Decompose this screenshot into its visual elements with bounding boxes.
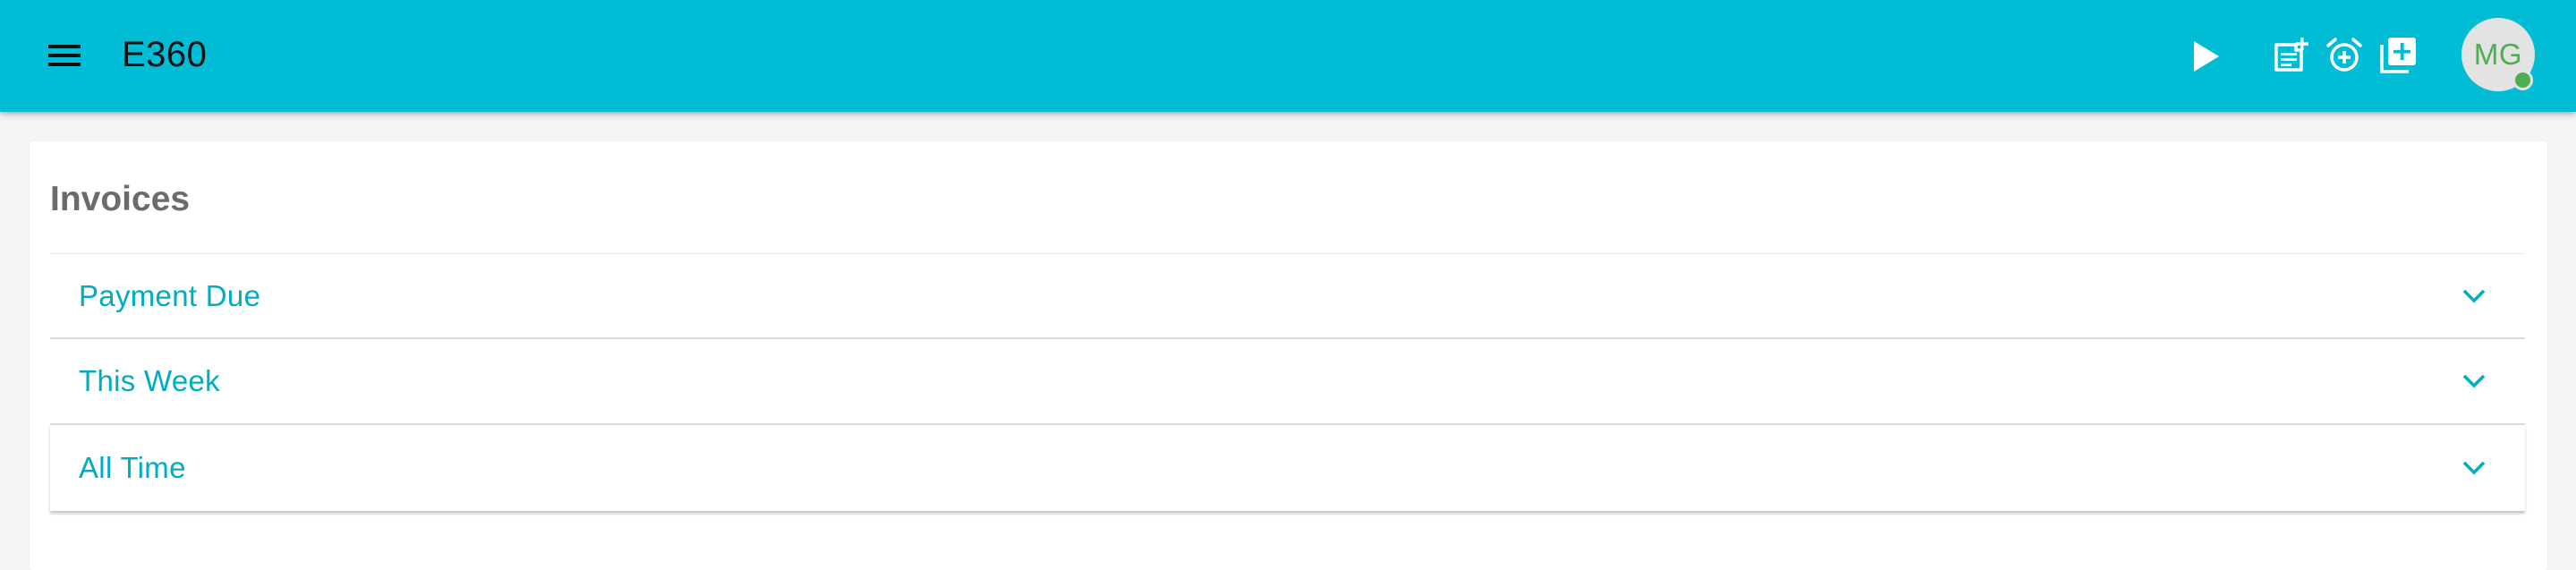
panel-label: Payment Due xyxy=(79,278,261,312)
add-alarm-button[interactable] xyxy=(2321,32,2368,79)
library-add-icon xyxy=(2380,38,2416,73)
menu-button[interactable] xyxy=(39,34,89,77)
panel-label: All Time xyxy=(79,451,186,484)
page-title: Invoices xyxy=(50,180,191,218)
chevron-down-icon xyxy=(2459,453,2489,483)
online-status-indicator xyxy=(2512,70,2533,90)
add-note-button[interactable] xyxy=(2267,32,2314,79)
alarm-add-icon xyxy=(2326,38,2362,72)
app-title: E360 xyxy=(122,35,208,74)
chevron-down-icon xyxy=(2459,281,2489,311)
invoice-panels: Payment Due This Week All Time xyxy=(50,253,2525,511)
note-add-icon xyxy=(2274,38,2308,72)
app-bar: E360 MG xyxy=(0,0,2576,112)
panel-this-week[interactable]: This Week xyxy=(50,339,2525,425)
add-item-button[interactable] xyxy=(2375,30,2423,79)
panel-all-time[interactable]: All Time xyxy=(50,425,2525,511)
chevron-down-icon xyxy=(2459,366,2489,396)
invoices-card: Invoices Payment Due This Week All Time xyxy=(30,141,2547,570)
panel-payment-due[interactable]: Payment Due xyxy=(50,253,2525,339)
play-button[interactable] xyxy=(2183,34,2228,79)
panel-label: This Week xyxy=(79,364,220,397)
avatar-initials: MG xyxy=(2473,38,2523,71)
menu-icon xyxy=(48,45,81,66)
play-icon xyxy=(2194,41,2219,72)
